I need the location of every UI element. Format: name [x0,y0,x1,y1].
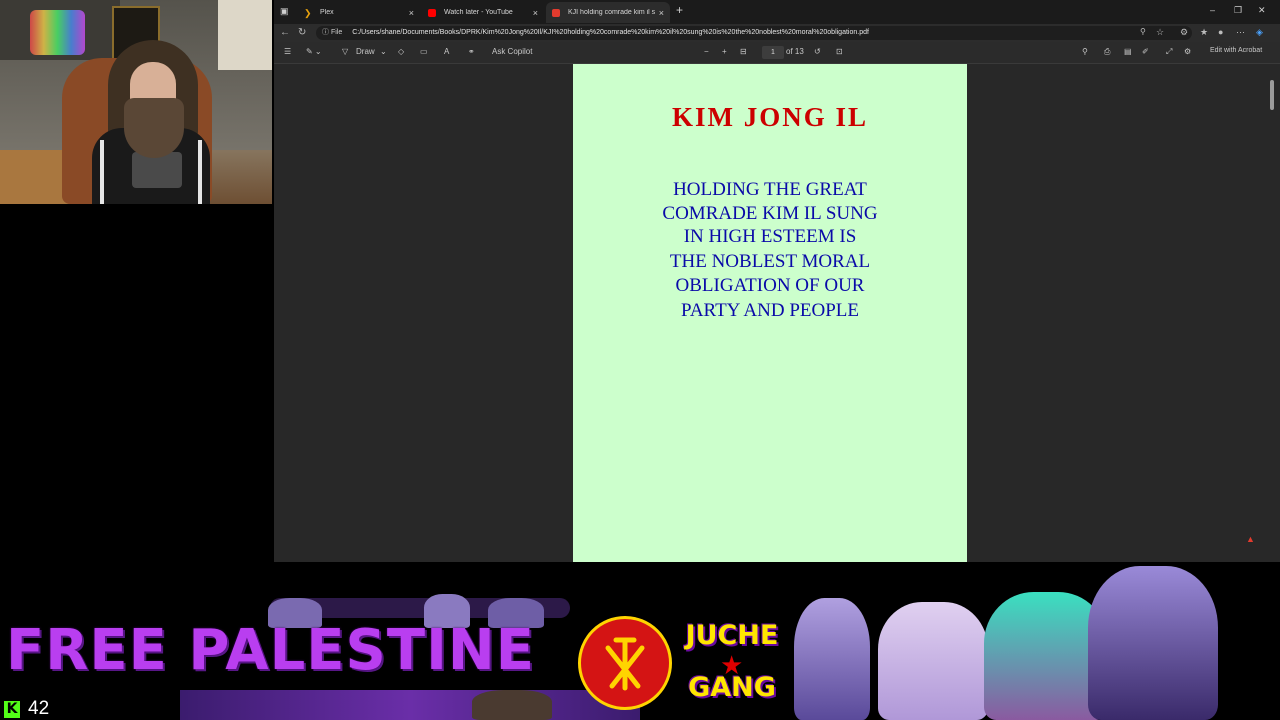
youtube-icon [428,8,436,17]
search-icon[interactable]: ⚲ [1082,47,1088,56]
hammer-sickle-brush-icon [605,637,645,691]
banner-background-strip [180,690,640,720]
file-scheme-label: ⓘ File [322,29,343,36]
webcam-jacket-stripe [198,140,202,204]
pdf-viewer[interactable]: KIM JONG IL HOLDING THE GREAT COMRADE KI… [274,64,1280,562]
scrollbar-thumb[interactable] [1270,80,1274,110]
document-author: KIM JONG IL [671,102,868,132]
copilot-icon[interactable]: ◈ [1256,27,1263,38]
pdf-toolbar: ☰ ✎ ⌄ ▽ Draw ⌄ ◇ ▭ A ⚭ Ask Copilot − + ⊟… [274,42,1280,64]
save-as-icon[interactable]: ✐ [1142,47,1149,56]
webcam-jacket-stripe [100,140,104,204]
extensions-icon[interactable]: ⚙ [1180,27,1188,38]
edit-with-acrobat-button[interactable]: Edit with Acrobat [1210,47,1262,54]
profile-avatar-icon[interactable]: ● [1218,27,1223,37]
kick-icon: K [4,700,20,718]
pdf-page: KIM JONG IL HOLDING THE GREAT COMRADE KI… [573,64,967,562]
document-title: HOLDING THE GREAT COMRADE KIM IL SUNG IN… [573,178,967,322]
new-tab-icon[interactable]: + [676,3,683,17]
text-box-icon[interactable]: ▭ [420,47,428,56]
viewer-count-badge: K 42 [4,698,49,720]
tab-strip: ▣ ❯ Plex × Watch later - YouTube × KJI h… [274,0,1280,24]
webcam-rgb-lamp [30,10,85,55]
url-scheme: File [330,29,343,36]
settings-gear-icon[interactable]: ⚙ [1184,47,1191,56]
tab-plex[interactable]: ❯ Plex × [298,2,420,23]
draw-button[interactable]: Draw [356,47,375,56]
tab-youtube[interactable]: Watch later - YouTube × [422,2,544,23]
minimize-icon[interactable]: – [1210,5,1215,15]
refresh-icon[interactable]: ↻ [298,27,306,38]
page-view-icon[interactable]: ⊡ [836,47,843,56]
plex-icon: ❯ [304,7,312,18]
restore-icon[interactable]: ❐ [1234,5,1242,16]
close-icon[interactable]: × [409,8,414,18]
portrait-thumbnail [472,690,552,720]
ask-copilot-button[interactable]: Ask Copilot [492,47,532,56]
close-window-icon[interactable]: ✕ [1258,5,1266,16]
juche-gang-sticker: JUCHE ★ GANG [682,620,782,706]
draw-icon[interactable]: ▽ [342,47,348,56]
sticker-text-top: JUCHE [685,620,779,651]
browser-window: ▣ ❯ Plex × Watch later - YouTube × KJI h… [274,0,1280,562]
close-icon[interactable]: × [533,8,538,18]
draw-dropdown-icon[interactable]: ⌄ [380,47,387,56]
contents-icon[interactable]: ☰ [284,47,291,56]
address-bar: ← ↻ ⓘ File C:/Users/shane/Documents/Book… [274,24,1280,42]
pdf-icon [552,8,560,17]
title-line: OBLIGATION OF OUR [675,275,865,296]
tab-label: Watch later - YouTube [444,9,513,16]
portrait-cat [878,602,988,720]
title-line: HOLDING THE GREAT [673,179,867,200]
more-menu-icon[interactable]: ⋯ [1236,27,1245,38]
url-field[interactable]: ⓘ File C:/Users/shane/Documents/Books/DP… [316,26,1192,40]
translate-icon[interactable]: ⚭ [468,47,475,56]
back-icon[interactable]: ← [280,27,290,38]
page-number-input[interactable]: 1 [762,46,784,59]
erase-icon[interactable]: ◇ [398,47,404,56]
portrait-man-cap [1088,566,1218,720]
title-line: COMRADE KIM IL SUNG [662,202,878,224]
sticker-text-bottom: GANG [688,672,776,703]
juche-emblem [578,616,672,710]
favorite-star-icon[interactable]: ☆ [1156,27,1164,38]
fit-page-icon[interactable]: ⊟ [740,47,747,56]
stream-banner: FREE PALESTINE JUCHE ★ GANG K 42 [0,562,1280,720]
read-aloud-icon[interactable]: A [444,47,449,56]
acrobat-icon[interactable]: ▲ [1246,534,1256,544]
highlight-icon[interactable]: ✎ ⌄ [306,47,322,56]
close-icon[interactable]: × [659,8,664,18]
url-text: C:/Users/shane/Documents/Books/DPRK/Kim%… [352,29,869,36]
page-total: of 13 [786,47,804,56]
title-line: THE NOBLEST MORAL [669,250,871,272]
rotate-icon[interactable]: ↺ [814,47,821,56]
print-icon[interactable]: ⎙ [1104,47,1110,57]
tab-actions-icon[interactable]: ▣ [280,6,289,17]
fullscreen-icon[interactable]: ⤢ [1166,47,1172,57]
title-line: PARTY AND PEOPLE [681,299,859,321]
stream-frame: ▣ ❯ Plex × Watch later - YouTube × KJI h… [0,0,1280,720]
webcam-person-beard [124,98,184,158]
zoom-out-icon[interactable]: − [704,47,709,56]
free-palestine-headline: FREE PALESTINE [6,618,536,683]
webcam-feed [0,0,272,204]
portrait-leader [794,598,870,720]
title-line: IN HIGH ESTEEM IS [683,226,857,247]
save-icon[interactable]: ▤ [1124,47,1132,56]
tab-label: KJI holding comrade kim il sung [568,9,655,16]
zoom-icon[interactable]: ⚲ [1140,27,1146,36]
webcam-frame [218,0,272,70]
zoom-in-icon[interactable]: + [722,47,727,56]
favorites-icon[interactable]: ★ [1200,27,1208,38]
tab-pdf[interactable]: KJI holding comrade kim il sung × [546,2,670,23]
viewer-count: 42 [28,698,50,719]
tab-label: Plex [320,9,334,16]
